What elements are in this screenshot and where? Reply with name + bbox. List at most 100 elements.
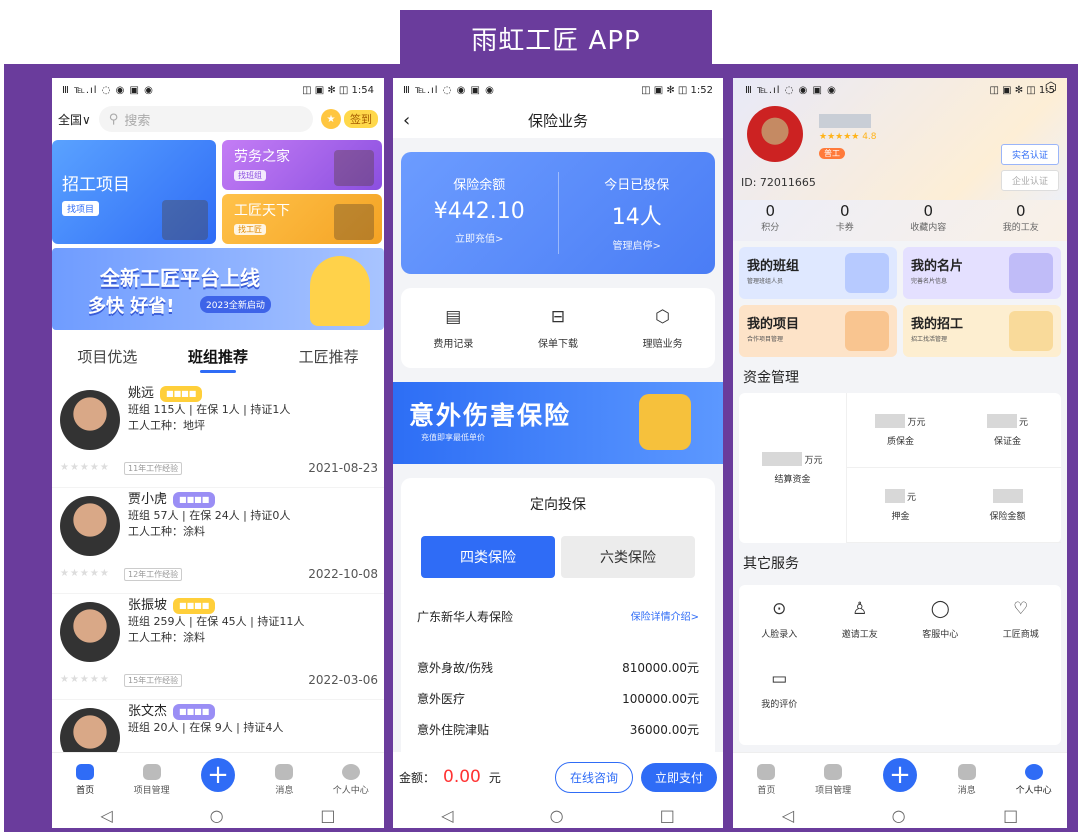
settings-icon[interactable]: ⬡: [1045, 80, 1057, 96]
search-icon: ⚲: [108, 111, 119, 127]
service-mall[interactable]: ♡ 工匠商城: [981, 599, 1062, 669]
class6-button[interactable]: 六类保险: [561, 536, 695, 578]
fund-quality[interactable]: 万元 质保金: [847, 393, 954, 468]
back-nav-icon[interactable]: ◁: [782, 806, 794, 825]
header: ‹ 保险业务: [393, 102, 723, 138]
tab-project-manage[interactable]: 项目管理: [808, 764, 858, 796]
recents-nav-icon[interactable]: □: [320, 806, 335, 825]
tab-messages[interactable]: 消息: [942, 764, 992, 796]
avatar: [60, 602, 120, 662]
person-stats: 班组 20人 | 在保 9人 | 持证4人: [128, 721, 284, 734]
back-nav-icon[interactable]: ◁: [441, 806, 453, 825]
card-my-team[interactable]: 我的班组 管理班组人员: [739, 247, 897, 299]
home-nav-icon[interactable]: ○: [550, 806, 564, 825]
tab-craftsmen[interactable]: 工匠推荐: [299, 346, 359, 367]
policy-panel: 定向投保 四类保险 六类保险 广东新华人寿保险 保险详情介绍> 意外身故/伤残 8…: [401, 478, 715, 798]
avatar: [60, 496, 120, 556]
folder-icon: [845, 311, 889, 351]
services-title: 其它服务: [743, 556, 799, 572]
promo-banner[interactable]: 全新工匠平台上线 多快 好省! 2023全新启动: [52, 248, 384, 330]
tab-teams[interactable]: 班组推荐: [188, 346, 248, 373]
list-item[interactable]: 贾小虎 ■■■■ 班组 57人 | 在保 24人 | 持证0人 工人工种：涂料 ★…: [52, 488, 384, 594]
banner-line1: 全新工匠平台上线: [100, 266, 260, 290]
fund-pledge[interactable]: 元押金: [847, 468, 954, 543]
system-navbar: ◁ ○ □: [52, 802, 384, 828]
service-reviews[interactable]: ▭ 我的评价: [739, 669, 820, 739]
back-nav-icon[interactable]: ◁: [100, 806, 112, 825]
home-nav-icon[interactable]: ○: [892, 806, 906, 825]
service-label: 人脸录入: [761, 630, 798, 640]
screen-profile: Ⅲ ℡.ıl ◌ ◉ ▣ ◉ ◫ ▣ ✻ ◫ 1:5 ★★★★★ 4.8 普工 …: [733, 78, 1067, 828]
claims-button[interactable]: ⬡ 理赔业务: [643, 307, 683, 350]
back-icon[interactable]: ‹: [403, 110, 410, 131]
person-stats: 班组 259人 | 在保 45人 | 持证11人: [128, 615, 305, 628]
service-invite[interactable]: ♙ 邀请工友: [820, 599, 901, 669]
blurred-name: [819, 114, 871, 128]
avatar[interactable]: [747, 106, 803, 162]
enterprise-verify-button[interactable]: 企业认证: [1000, 170, 1059, 191]
message-icon: [957, 764, 976, 780]
status-bar: Ⅲ ℡.ıl ◌ ◉ ▣ ◉ ◫ ▣ ✻ ◫ 1:54: [52, 78, 384, 102]
search-input[interactable]: ⚲ 搜索: [98, 106, 313, 132]
recents-nav-icon[interactable]: □: [660, 806, 675, 825]
card-recruit-project[interactable]: 招工项目 找项目: [52, 140, 216, 244]
pay-button[interactable]: 立即支付: [640, 762, 717, 792]
tab-messages[interactable]: 消息: [259, 764, 309, 796]
heart-icon: ♡: [1013, 599, 1029, 619]
chat-icon: ◯: [930, 599, 950, 619]
card-labor-home[interactable]: 劳务之家 找班组: [222, 140, 382, 190]
tab-add[interactable]: +: [193, 758, 243, 796]
fund-unit: 万元: [907, 417, 926, 428]
fund-guarantee[interactable]: 元保证金: [954, 393, 1061, 468]
class4-button[interactable]: 四类保险: [421, 536, 555, 578]
card-my-project[interactable]: 我的项目 合作项目管理: [739, 305, 897, 357]
app-title: 雨虹工匠 APP: [400, 10, 712, 66]
list-item[interactable]: 姚远 ■■■■ 班组 115人 | 在保 1人 | 持证1人 工人工种：地坪 ★★…: [52, 382, 384, 488]
card-craftsman[interactable]: 工匠天下 找工匠: [222, 194, 382, 244]
fund-settle[interactable]: 万元 结算资金: [739, 393, 847, 543]
home-nav-icon[interactable]: ○: [210, 806, 224, 825]
fund-insured[interactable]: 保险金额: [954, 468, 1061, 543]
person-name: 贾小虎: [128, 492, 168, 507]
tab-home[interactable]: 首页: [741, 764, 791, 796]
chart-icon: [824, 764, 843, 780]
find-team-button[interactable]: 找班组: [234, 170, 266, 181]
user-id: ID: 72011665: [741, 176, 816, 189]
page-title: 保险业务: [527, 111, 588, 130]
tab-home[interactable]: 首页: [60, 764, 110, 796]
policy-download-button[interactable]: ⊟ 保单下载: [538, 307, 578, 350]
card-my-card[interactable]: 我的名片 完善名片信息: [903, 247, 1061, 299]
tab-project-manage[interactable]: 项目管理: [127, 764, 177, 796]
find-project-button[interactable]: 找项目: [62, 201, 100, 216]
feature-cards: 我的班组 管理班组人员 我的名片 完善名片信息 我的项目 合作项目管理 我的招工 招工找…: [733, 241, 1067, 357]
stat-coupons[interactable]: 0 卡券: [836, 202, 854, 233]
tab-profile[interactable]: 个人中心: [1009, 764, 1059, 796]
insurer-detail-link[interactable]: 保险详情介绍>: [631, 608, 699, 625]
tab-projects[interactable]: 项目优选: [77, 346, 137, 367]
recents-nav-icon[interactable]: □: [1003, 806, 1018, 825]
signin-button[interactable]: ★ 签到: [321, 109, 378, 129]
list-item[interactable]: 张振坡 ■■■■ 班组 259人 | 在保 45人 | 持证11人 工人工种：涂料…: [52, 594, 384, 700]
realname-verify-button[interactable]: 实名认证: [1000, 144, 1059, 165]
region-selector[interactable]: 全国∨: [58, 111, 91, 128]
stat-points[interactable]: 0 积分: [761, 202, 779, 233]
stat-value: 0: [923, 202, 934, 220]
card-my-recruit[interactable]: 我的招工 招工找活管理: [903, 305, 1061, 357]
tab-profile[interactable]: 个人中心: [326, 764, 376, 796]
fee-record-button[interactable]: ▤ 费用记录: [433, 307, 473, 350]
tab-add[interactable]: +: [875, 758, 925, 796]
stat-coworkers[interactable]: 0 我的工友: [1003, 202, 1039, 233]
person-stats: 班组 115人 | 在保 1人 | 持证1人: [128, 403, 291, 416]
stat-favorites[interactable]: 0 收藏内容: [910, 202, 946, 233]
team-list: 姚远 ■■■■ 班组 115人 | 在保 1人 | 持证1人 工人工种：地坪 ★★…: [52, 382, 384, 806]
find-craftsman-button[interactable]: 找工匠: [234, 224, 266, 235]
accident-banner[interactable]: 意外伤害保险 充值即享最低单价: [393, 382, 723, 464]
status-bar: Ⅲ ℡.ıl ◌ ◉ ▣ ◉ ◫ ▣ ✻ ◫ 1:52: [393, 78, 723, 102]
manage-link[interactable]: 管理启停>: [613, 237, 661, 252]
service-face-entry[interactable]: ⊙ 人脸录入: [739, 599, 820, 669]
consult-button[interactable]: 在线咨询: [554, 761, 633, 793]
quick-label: 理赔业务: [642, 338, 683, 350]
stats-row: 0 积分 0 卡券 0 收藏内容 0 我的工友: [733, 200, 1067, 241]
recharge-link[interactable]: 立即充值>: [455, 230, 503, 245]
service-support[interactable]: ◯ 客服中心: [900, 599, 981, 669]
